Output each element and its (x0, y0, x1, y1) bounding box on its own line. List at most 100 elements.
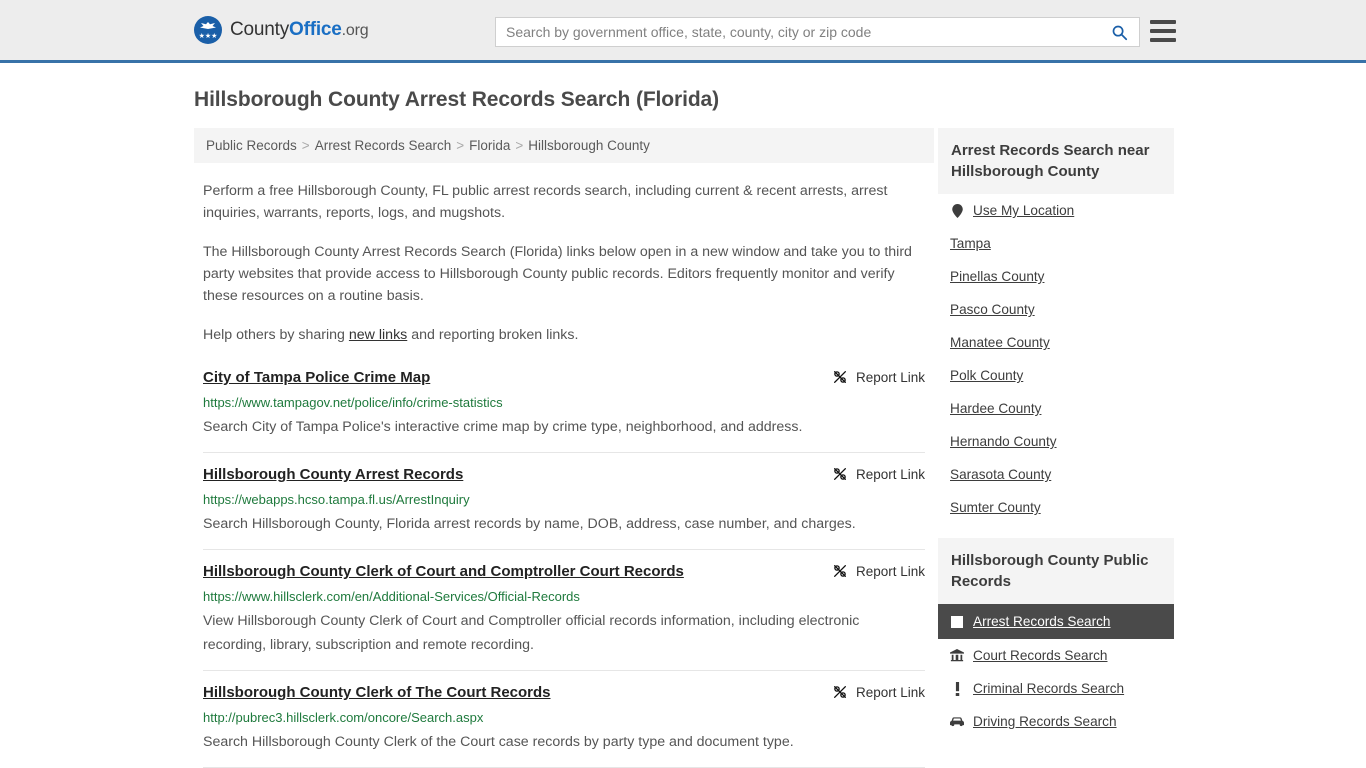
nearby-list-item[interactable]: Hardee County (938, 392, 1174, 425)
report-link-button[interactable]: Report Link (832, 562, 925, 579)
broken-link-icon (833, 371, 846, 383)
public-records-item-label[interactable]: Arrest Records Search (973, 614, 1111, 629)
result-description: Search Hillsborough County Clerk of the … (203, 734, 794, 750)
stars-glyph: ★★★ (198, 33, 218, 40)
results-list: City of Tampa Police Crime Map Report Li… (194, 368, 934, 768)
intro-paragraph-2: The Hillsborough County Arrest Records S… (203, 244, 912, 304)
report-link-label: Report Link (855, 369, 925, 385)
nearby-list-item[interactable]: Sarasota County (938, 458, 1174, 491)
result-url: http://pubrec3.hillsclerk.com/oncore/Sea… (203, 710, 484, 725)
car-icon (950, 715, 964, 729)
result-item: Hillsborough County Clerk of The Court R… (203, 670, 925, 767)
intro-p3-before: Help others by sharing (203, 327, 349, 343)
breadcrumb-separator: > (515, 138, 524, 153)
result-description: Search City of Tampa Police's interactiv… (203, 419, 803, 435)
public-records-list-item[interactable]: Arrest Records Search (938, 604, 1174, 639)
hamburger-bar (1150, 38, 1176, 42)
public-records-list-item[interactable]: Driving Records Search (938, 705, 1174, 738)
hamburger-menu-icon[interactable] (1150, 20, 1176, 42)
breadcrumb-item[interactable]: Florida (469, 138, 510, 153)
report-link-label: Report Link (855, 684, 925, 700)
location-pin-icon (951, 203, 963, 218)
nearby-item-label[interactable]: Pasco County (950, 302, 1035, 317)
intro-paragraph-3: Help others by sharing new links and rep… (203, 324, 925, 346)
bank-icon (950, 648, 964, 663)
square-icon (951, 615, 963, 628)
nearby-list-item[interactable]: Use My Location (938, 194, 1174, 227)
nearby-list-item[interactable]: Manatee County (938, 326, 1174, 359)
report-link-button[interactable]: Report Link (832, 683, 925, 700)
exclamation-icon (955, 681, 959, 696)
public-records-item-label[interactable]: Driving Records Search (973, 714, 1117, 729)
brand-part-office: Office (289, 19, 342, 40)
nearby-item-label[interactable]: Polk County (950, 368, 1023, 383)
nearby-list: Use My Location Tampa Pinellas County Pasco… (938, 194, 1174, 524)
search-input[interactable] (496, 18, 1099, 46)
square-icon (950, 615, 964, 629)
nearby-list-item[interactable]: Polk County (938, 359, 1174, 392)
breadcrumb: Public Records > Arrest Records Search > Flo… (194, 128, 934, 163)
search-icon (1112, 25, 1127, 40)
broken-link-icon (833, 686, 846, 698)
result-header: Hillsborough County Arrest Records Repor… (203, 465, 925, 485)
result-item: City of Tampa Police Crime Map Report Li… (203, 368, 925, 452)
result-title-link[interactable]: Hillsborough County Clerk of Court and C… (203, 562, 684, 582)
brand-wordmark: CountyOffice.org (230, 19, 369, 41)
nearby-item-label[interactable]: Manatee County (950, 335, 1050, 350)
brand-part-org: .org (341, 22, 369, 39)
report-link-label: Report Link (855, 563, 925, 579)
brand-part-county: County (230, 19, 290, 40)
result-header: City of Tampa Police Crime Map Report Li… (203, 368, 925, 388)
breadcrumb-item[interactable]: Hillsborough County (528, 138, 650, 153)
report-link-button[interactable]: Report Link (832, 465, 925, 482)
report-link-button[interactable]: Report Link (832, 368, 925, 385)
nearby-panel-heading: Arrest Records Search near Hillsborough … (938, 128, 1174, 194)
public-records-list-item[interactable]: Criminal Records Search (938, 672, 1174, 705)
public-records-item-label[interactable]: Court Records Search (973, 648, 1107, 663)
nearby-item-label[interactable]: Sarasota County (950, 467, 1051, 482)
content-columns: Public Records > Arrest Records Search > Flo… (194, 128, 1174, 768)
result-title-link[interactable]: Hillsborough County Arrest Records (203, 465, 463, 485)
public-records-item-label[interactable]: Criminal Records Search (973, 681, 1124, 696)
result-description: Search Hillsborough County, Florida arre… (203, 516, 856, 532)
site-logo[interactable]: ★★★ CountyOffice.org (194, 16, 369, 44)
sidebar: Arrest Records Search near Hillsborough … (938, 128, 1174, 738)
breadcrumb-item[interactable]: Arrest Records Search (315, 138, 452, 153)
eagle-glyph (200, 22, 216, 29)
nearby-item-label[interactable]: Tampa (950, 236, 991, 251)
result-description: View Hillsborough County Clerk of Court … (203, 613, 860, 653)
public-records-list-item[interactable]: Court Records Search (938, 639, 1174, 672)
hamburger-bar (1150, 29, 1176, 33)
result-header: Hillsborough County Clerk of Court and C… (203, 562, 925, 582)
hamburger-bar (1150, 20, 1176, 24)
nearby-list-item[interactable]: Pasco County (938, 293, 1174, 326)
result-title-link[interactable]: Hillsborough County Clerk of The Court R… (203, 683, 551, 703)
nearby-item-label[interactable]: Use My Location (973, 203, 1074, 218)
search-bar (495, 17, 1140, 47)
search-button[interactable] (1099, 18, 1139, 46)
nearby-item-label[interactable]: Hernando County (950, 434, 1057, 449)
public-records-list: Arrest Records Search Court Records Searc… (938, 604, 1174, 738)
site-header: ★★★ CountyOffice.org (0, 0, 1366, 63)
nearby-list-item[interactable]: Tampa (938, 227, 1174, 260)
result-header: Hillsborough County Clerk of The Court R… (203, 683, 925, 703)
result-url: https://www.hillsclerk.com/en/Additional… (203, 589, 580, 604)
location-pin-icon (950, 203, 964, 218)
broken-link-icon (833, 565, 846, 577)
new-links-link[interactable]: new links (349, 327, 407, 343)
nearby-list-item[interactable]: Hernando County (938, 425, 1174, 458)
exclamation-icon (950, 681, 964, 696)
bank-icon (950, 648, 964, 661)
report-link-label: Report Link (855, 466, 925, 482)
result-url: https://www.tampagov.net/police/info/cri… (203, 395, 503, 410)
eagle-seal-icon: ★★★ (194, 16, 222, 44)
nearby-item-label[interactable]: Hardee County (950, 401, 1041, 416)
nearby-item-label[interactable]: Sumter County (950, 500, 1041, 515)
result-title-link[interactable]: City of Tampa Police Crime Map (203, 368, 430, 388)
breadcrumb-separator: > (301, 138, 310, 153)
intro-paragraph-1: Perform a free Hillsborough County, FL p… (203, 183, 888, 221)
nearby-item-label[interactable]: Pinellas County (950, 269, 1044, 284)
breadcrumb-item[interactable]: Public Records (206, 138, 297, 153)
nearby-list-item[interactable]: Sumter County (938, 491, 1174, 524)
nearby-list-item[interactable]: Pinellas County (938, 260, 1174, 293)
